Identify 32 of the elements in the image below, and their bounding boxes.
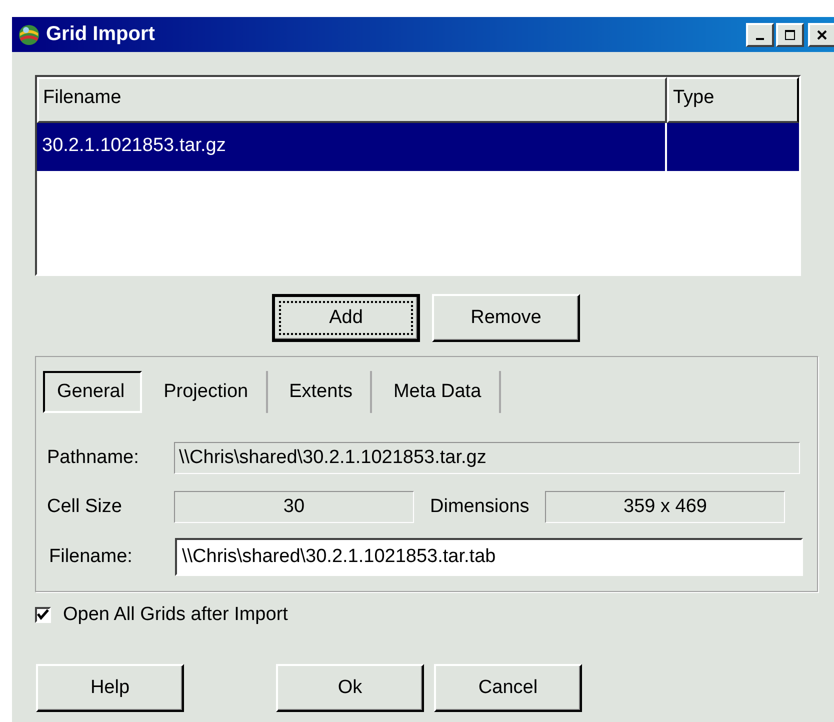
tab[interactable]: General [43,371,142,413]
remove-button[interactable]: Remove [432,294,580,342]
help-button[interactable]: Help [36,664,184,712]
tab[interactable]: Meta Data [375,371,502,413]
maximize-icon [784,28,796,40]
table-cell: 30.2.1.1021853.tar.gz [42,135,226,156]
field-label: Dimensions [429,496,530,518]
close-icon [816,28,828,40]
column-header[interactable]: Filename [37,77,667,123]
cancel-button[interactable]: Cancel [434,664,582,712]
add-button[interactable]: Add [272,294,420,342]
cell-size-field: 30 [174,491,414,523]
field-label: Filename: [48,546,134,568]
tab[interactable]: Extents [271,371,372,413]
pathname-field: \\Chris\shared\30.2.1.1021853.tar.gz [174,442,800,474]
maximize-button[interactable] [776,22,804,46]
file-row[interactable]: 30.2.1.1021853.tar.gz [37,123,799,171]
checkbox[interactable] [35,607,51,623]
column-header[interactable]: Type [667,77,799,123]
minimize-button[interactable] [746,22,774,46]
field-label: Pathname: [46,447,140,469]
minimize-icon [756,38,764,40]
globe-icon [18,24,40,46]
field-label: Cell Size [46,496,123,518]
close-button[interactable] [808,22,834,46]
checkbox-label: Open All Grids after Import [63,604,288,626]
dimensions-field: 359 x 469 [545,491,786,523]
filename-input[interactable]: \\Chris\shared\30.2.1.1021853.tar.tab [175,538,803,576]
tab[interactable]: Projection [146,371,268,413]
ok-button[interactable]: Ok [276,664,424,712]
window-title: Grid Import [46,23,156,46]
file-list[interactable]: Filename Type 30.2.1.1021853.tar.gz [35,75,801,276]
